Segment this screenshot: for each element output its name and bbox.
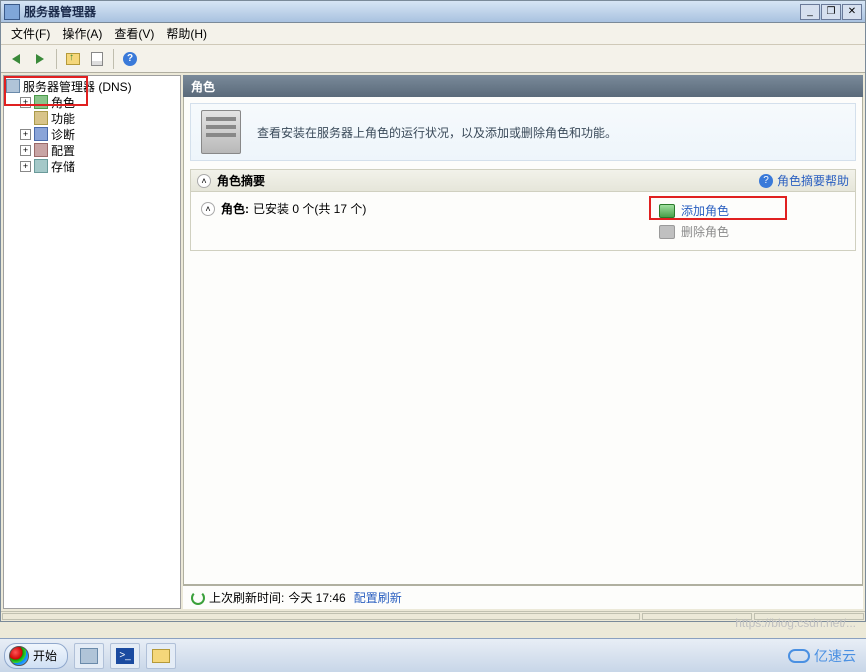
brand-logo: 亿速云 bbox=[788, 646, 856, 666]
back-button[interactable] bbox=[5, 48, 27, 70]
window-statusbar bbox=[1, 611, 865, 621]
start-label: 开始 bbox=[33, 647, 57, 664]
arrow-right-icon bbox=[36, 54, 44, 64]
powershell-icon: >_ bbox=[116, 648, 134, 664]
tree-diagnostics-label: 诊断 bbox=[51, 126, 75, 143]
content-header: 角色 bbox=[183, 75, 863, 97]
add-roles-link[interactable]: 添加角色 bbox=[655, 200, 845, 221]
menubar: 文件(F) 操作(A) 查看(V) 帮助(H) bbox=[1, 23, 865, 45]
tree-storage-label: 存储 bbox=[51, 158, 75, 175]
remove-roles-label: 删除角色 bbox=[681, 223, 729, 240]
remove-icon bbox=[659, 225, 675, 239]
toolbar-separator bbox=[56, 49, 57, 69]
add-roles-label: 添加角色 bbox=[681, 202, 729, 219]
start-button[interactable]: 开始 bbox=[4, 643, 68, 669]
tree-root-label: 服务器管理器 (DNS) bbox=[23, 78, 132, 95]
help-button[interactable]: ? bbox=[119, 48, 141, 70]
menu-file[interactable]: 文件(F) bbox=[5, 23, 56, 44]
menu-action[interactable]: 操作(A) bbox=[56, 23, 108, 44]
taskbar: 开始 >_ 亿速云 bbox=[0, 638, 866, 672]
roles-status: ˄ 角色: 已安装 0 个(共 17 个) bbox=[201, 200, 655, 217]
intro-banner: 查看安装在服务器上角色的运行状况，以及添加或删除角色和功能。 bbox=[190, 103, 856, 161]
roles-summary-section: ˄ 角色摘要 ? 角色摘要帮助 ˄ 角色: 已安装 0 个(共 17 个) bbox=[190, 169, 856, 251]
properties-button[interactable] bbox=[86, 48, 108, 70]
window-buttons: _ ❐ ✕ bbox=[800, 4, 862, 20]
help-link-label: 角色摘要帮助 bbox=[777, 172, 849, 189]
tree-item-diagnostics[interactable]: + 诊断 bbox=[6, 126, 178, 142]
server-icon bbox=[6, 79, 20, 93]
menu-help[interactable]: 帮助(H) bbox=[160, 23, 213, 44]
roles-count: 已安装 0 个(共 17 个) bbox=[253, 200, 366, 217]
restore-button[interactable]: ❐ bbox=[821, 4, 841, 20]
windows-orb-icon bbox=[9, 646, 29, 666]
content-pane: 角色 查看安装在服务器上角色的运行状况，以及添加或删除角色和功能。 ˄ 角色摘要… bbox=[183, 75, 863, 609]
toolbar: ? bbox=[1, 45, 865, 73]
tree-item-features[interactable]: + 功能 bbox=[6, 110, 178, 126]
properties-icon bbox=[91, 52, 103, 66]
minimize-button[interactable]: _ bbox=[800, 4, 820, 20]
up-button[interactable] bbox=[62, 48, 84, 70]
section-title: 角色摘要 bbox=[217, 172, 759, 189]
storage-icon bbox=[34, 159, 48, 173]
expander-icon[interactable]: + bbox=[20, 161, 31, 172]
status-bar: 上次刷新时间: 今天 17:46 配置刷新 bbox=[183, 585, 863, 609]
add-icon bbox=[659, 204, 675, 218]
arrow-left-icon bbox=[12, 54, 20, 64]
server-manager-icon bbox=[80, 648, 98, 664]
navigation-tree[interactable]: 服务器管理器 (DNS) + 角色 + 功能 + 诊断 + 配置 bbox=[3, 75, 181, 609]
refresh-icon bbox=[191, 591, 205, 605]
diagnostics-icon bbox=[34, 127, 48, 141]
window-title: 服务器管理器 bbox=[24, 3, 800, 20]
folder-icon bbox=[152, 649, 170, 663]
expander-icon[interactable]: + bbox=[20, 97, 31, 108]
section-help-link[interactable]: ? 角色摘要帮助 bbox=[759, 172, 849, 189]
tree-roles-label: 角色 bbox=[51, 94, 75, 111]
titlebar: 服务器管理器 _ ❐ ✕ bbox=[1, 1, 865, 23]
taskbar-item-powershell[interactable]: >_ bbox=[110, 643, 140, 669]
roles-icon bbox=[34, 95, 48, 109]
forward-button[interactable] bbox=[29, 48, 51, 70]
collapse-icon[interactable]: ˄ bbox=[201, 202, 215, 216]
tree-item-roles[interactable]: + 角色 bbox=[6, 94, 178, 110]
tree-item-storage[interactable]: + 存储 bbox=[6, 158, 178, 174]
system-tray[interactable]: 亿速云 bbox=[788, 646, 862, 666]
remove-roles-link[interactable]: 删除角色 bbox=[655, 221, 845, 242]
taskbar-item-explorer[interactable] bbox=[146, 643, 176, 669]
content-body: 查看安装在服务器上角色的运行状况，以及添加或删除角色和功能。 ˄ 角色摘要 ? … bbox=[183, 97, 863, 585]
status-time: 今天 17:46 bbox=[288, 589, 345, 606]
folder-up-icon bbox=[66, 53, 80, 65]
tree-features-label: 功能 bbox=[51, 110, 75, 127]
collapse-icon[interactable]: ˄ bbox=[197, 174, 211, 188]
server-rack-icon bbox=[201, 110, 241, 154]
server-manager-window: 服务器管理器 _ ❐ ✕ 文件(F) 操作(A) 查看(V) 帮助(H) ? 服… bbox=[0, 0, 866, 622]
section-body: ˄ 角色: 已安装 0 个(共 17 个) 添加角色 删除角色 bbox=[191, 192, 855, 250]
roles-label: 角色: bbox=[221, 200, 249, 217]
help-icon: ? bbox=[123, 52, 137, 66]
tree-configuration-label: 配置 bbox=[51, 142, 75, 159]
banner-text: 查看安装在服务器上角色的运行状况，以及添加或删除角色和功能。 bbox=[257, 124, 617, 141]
toolbar-separator bbox=[113, 49, 114, 69]
role-actions: 添加角色 删除角色 bbox=[655, 200, 845, 242]
tree-item-configuration[interactable]: + 配置 bbox=[6, 142, 178, 158]
tree-root[interactable]: 服务器管理器 (DNS) bbox=[6, 78, 178, 94]
features-icon bbox=[34, 111, 48, 125]
app-icon bbox=[4, 4, 20, 20]
section-header: ˄ 角色摘要 ? 角色摘要帮助 bbox=[191, 170, 855, 192]
question-icon: ? bbox=[759, 174, 773, 188]
expander-icon[interactable]: + bbox=[20, 145, 31, 156]
expander-icon[interactable]: + bbox=[20, 129, 31, 140]
close-button[interactable]: ✕ bbox=[842, 4, 862, 20]
brand-text: 亿速云 bbox=[814, 646, 856, 666]
configuration-icon bbox=[34, 143, 48, 157]
body-area: 服务器管理器 (DNS) + 角色 + 功能 + 诊断 + 配置 bbox=[1, 73, 865, 611]
status-prefix: 上次刷新时间: bbox=[209, 589, 284, 606]
cloud-icon bbox=[788, 649, 810, 663]
menu-view[interactable]: 查看(V) bbox=[108, 23, 160, 44]
configure-refresh-link[interactable]: 配置刷新 bbox=[354, 589, 402, 606]
taskbar-item-server-manager[interactable] bbox=[74, 643, 104, 669]
